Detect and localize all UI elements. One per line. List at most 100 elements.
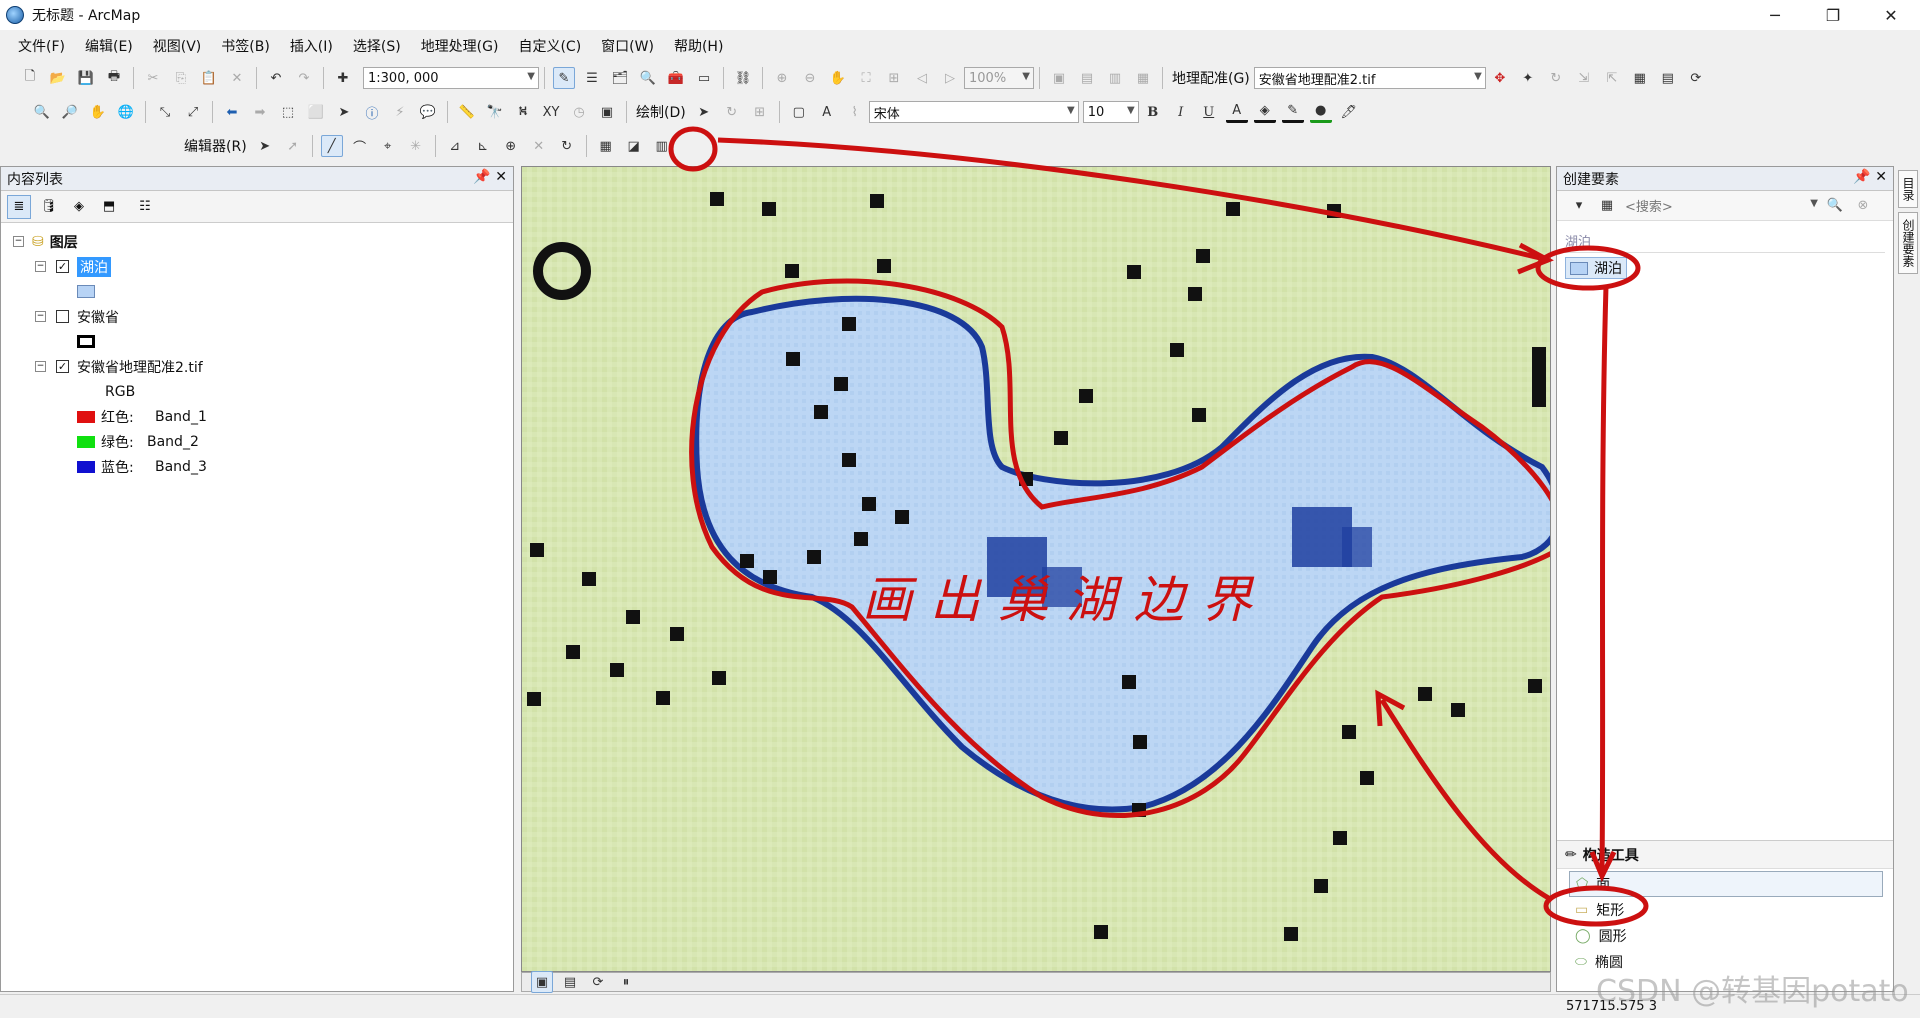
refresh-view-icon[interactable]: ⟳ <box>587 971 609 993</box>
print-icon[interactable]: 🖶 <box>103 67 125 89</box>
pan-icon[interactable]: ✋ <box>87 101 109 123</box>
control-points-table-icon[interactable]: ✦ <box>1517 67 1539 89</box>
create-pin-icon[interactable]: 📌 <box>1853 169 1870 185</box>
open-folder-icon[interactable]: 📂 <box>47 67 69 89</box>
layers-root-row[interactable]: − ⛁ 图层 <box>1 229 513 254</box>
georef-rotate-icon[interactable]: ↻ <box>1545 67 1567 89</box>
list-by-drawing-order-icon[interactable]: ≣ <box>7 194 31 219</box>
layer-visibility-checkbox[interactable]: ✓ <box>56 260 69 273</box>
layout-full-extent-icon[interactable]: ⛶ <box>855 67 877 89</box>
layer-row-anhui[interactable]: − 安徽省 <box>1 304 513 329</box>
zoom-in-icon[interactable]: 🔍 <box>31 101 53 123</box>
table-of-contents-icon[interactable]: ☰ <box>581 67 603 89</box>
layout-view-icon[interactable]: ▤ <box>559 971 581 993</box>
pause-drawing-icon[interactable]: ⏸ <box>615 971 637 993</box>
clear-search-icon[interactable]: ⊗ <box>1852 195 1874 217</box>
new-document-icon[interactable]: 🗋 <box>19 67 41 89</box>
cut-polygons-icon[interactable]: ⊕ <box>500 135 522 157</box>
menu-customize[interactable]: 自定义(C) <box>508 36 591 56</box>
add-control-points-icon[interactable]: ✥ <box>1489 67 1511 89</box>
menu-edit[interactable]: 编辑(E) <box>75 36 143 56</box>
attributes-icon[interactable]: ▦ <box>595 135 617 157</box>
python-window-icon[interactable]: ▭ <box>693 67 715 89</box>
create-close-icon[interactable]: ✕ <box>1875 169 1887 185</box>
organize-templates-icon[interactable]: ▦ <box>1596 195 1618 217</box>
bold-button[interactable]: B <box>1142 101 1164 123</box>
layout-zoom-out-icon[interactable]: ⊖ <box>799 67 821 89</box>
menu-view[interactable]: 视图(V) <box>143 36 212 56</box>
template-item-lake[interactable]: 湖泊 <box>1565 257 1885 279</box>
lake-symbol-swatch[interactable] <box>77 285 95 298</box>
layer-visibility-checkbox[interactable]: ✓ <box>56 360 69 373</box>
georef-auto-icon[interactable]: ⟳ <box>1685 67 1707 89</box>
zoom-out-icon[interactable]: 🔎 <box>59 101 81 123</box>
marker-color-icon[interactable]: ● <box>1309 101 1332 123</box>
clear-selection-icon[interactable]: ⬜ <box>305 101 327 123</box>
collapse-icon[interactable]: − <box>13 236 24 247</box>
select-elements-icon[interactable]: ➤ <box>333 101 355 123</box>
fixed-zoom-in-icon[interactable]: ⤡ <box>154 101 176 123</box>
editor-toolbar-icon[interactable]: ✎ <box>553 67 575 89</box>
layout-forward-icon[interactable]: ▷ <box>939 67 961 89</box>
hyperlink-icon[interactable]: ⚡ <box>389 101 411 123</box>
draw-menu[interactable]: 绘制(D) <box>632 102 690 122</box>
layer-row-raster[interactable]: − ✓ 安徽省地理配准2.tif <box>1 354 513 379</box>
data-driven-pages-icon[interactable]: ▦ <box>1132 67 1154 89</box>
paste-icon[interactable]: 📋 <box>198 67 220 89</box>
model-builder-icon[interactable]: ⛓ <box>732 67 754 89</box>
change-layout-icon[interactable]: ▥ <box>1104 67 1126 89</box>
list-by-visibility-icon[interactable]: ◈ <box>67 195 91 219</box>
list-by-selection-icon[interactable]: ⬒ <box>97 195 121 219</box>
fixed-zoom-out-icon[interactable]: ⤢ <box>182 101 204 123</box>
edit-annotation-icon[interactable]: ➚ <box>282 135 304 157</box>
collapse-icon[interactable]: − <box>35 261 46 272</box>
cut-icon[interactable]: ✂ <box>142 67 164 89</box>
html-popup-icon[interactable]: 💬 <box>417 101 439 123</box>
toggle-draft-icon[interactable]: ▣ <box>1048 67 1070 89</box>
end-point-arc-icon[interactable]: ⌒ <box>349 135 371 157</box>
find-icon[interactable]: 🔭 <box>484 101 506 123</box>
blue-band-swatch[interactable] <box>77 460 95 473</box>
catalog-side-tab[interactable]: 目录 <box>1898 170 1918 208</box>
menu-geoprocessing[interactable]: 地理处理(G) <box>411 36 509 56</box>
copy-icon[interactable]: ⎘ <box>170 67 192 89</box>
create-viewer-window-icon[interactable]: ▣ <box>596 101 618 123</box>
catalog-icon[interactable]: 🗂 <box>609 67 631 89</box>
fill-color-icon[interactable]: ◈ <box>1253 101 1276 123</box>
redo-icon[interactable]: ↷ <box>293 67 315 89</box>
pen-draw-icon[interactable]: 🖊 <box>1338 101 1360 123</box>
menu-insert[interactable]: 插入(I) <box>280 36 343 56</box>
rotate-edit-icon[interactable]: ↻ <box>556 135 578 157</box>
layer-name-raster[interactable]: 安徽省地理配准2.tif <box>77 357 203 377</box>
georef-layer-combo[interactable]: 安徽省地理配准2.tif ▼ <box>1253 67 1486 89</box>
editor-menu[interactable]: 编辑器(R) <box>180 136 251 156</box>
layout-back-icon[interactable]: ◁ <box>911 67 933 89</box>
identify-icon[interactable]: ⓘ <box>361 101 383 123</box>
add-data-icon[interactable]: ✚ <box>332 67 354 89</box>
create-features-icon[interactable]: ▥ <box>651 135 673 157</box>
minimize-button[interactable]: ─ <box>1746 0 1804 30</box>
full-extent-icon[interactable]: 🌐 <box>115 101 137 123</box>
forward-extent-icon[interactable]: ➡ <box>249 101 271 123</box>
map-canvas[interactable]: 画出巢湖边界 <box>522 167 1551 972</box>
trace-icon[interactable]: ⌖ <box>377 135 399 157</box>
edit-vertices-icon[interactable]: ⌇ <box>844 101 866 123</box>
time-slider-icon[interactable]: ◷ <box>568 101 590 123</box>
layer-name-lake[interactable]: 湖泊 <box>77 256 111 277</box>
layout-pan-icon[interactable]: ✋ <box>827 67 849 89</box>
layout-zoom-combo[interactable]: 100% ▼ <box>964 67 1034 89</box>
draw-select-icon[interactable]: ➤ <box>693 101 715 123</box>
view-link-table-icon[interactable]: ▦ <box>1629 67 1651 89</box>
search-icon[interactable]: 🔍 <box>1824 195 1846 217</box>
line-color-icon[interactable]: ✎ <box>1281 101 1304 123</box>
green-band-swatch[interactable] <box>77 435 95 448</box>
anhui-symbol-swatch[interactable] <box>77 335 95 348</box>
map-scale-combo[interactable]: 1:300, 000 ▼ <box>363 67 539 89</box>
measure-icon[interactable]: 📏 <box>456 101 478 123</box>
edit-tool-icon[interactable]: ➤ <box>254 135 276 157</box>
italic-button[interactable]: I <box>1170 101 1192 123</box>
text-draw-icon[interactable]: A <box>816 101 838 123</box>
filter-icon[interactable]: ▾ <box>1568 195 1590 217</box>
draw-rotate-icon[interactable]: ↻ <box>721 101 743 123</box>
menu-help[interactable]: 帮助(H) <box>664 36 733 56</box>
